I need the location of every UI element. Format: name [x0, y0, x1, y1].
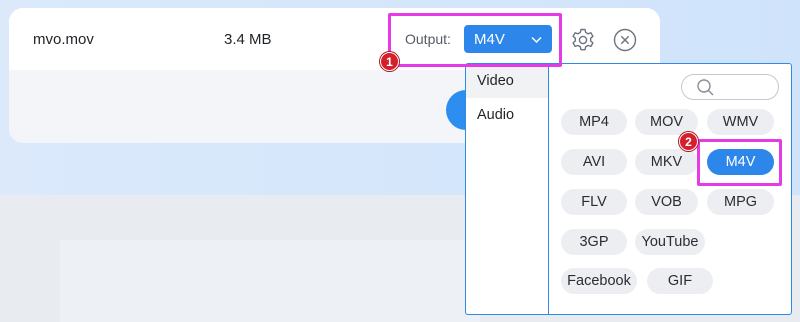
format-search-input[interactable]	[681, 74, 779, 100]
gear-icon[interactable]	[570, 27, 596, 53]
format-mp4[interactable]: MP4	[561, 109, 627, 135]
format-avi[interactable]: AVI	[561, 149, 627, 175]
close-icon[interactable]	[613, 28, 637, 52]
step-badge-1: 1	[380, 52, 399, 71]
category-video[interactable]: Video	[466, 64, 548, 98]
format-mkv[interactable]: MKV	[635, 149, 698, 175]
background-panel	[60, 240, 480, 322]
format-dropdown: Video Audio MP4 MOV WMV AVI MKV M4V FLV …	[465, 63, 792, 315]
file-row	[9, 8, 660, 70]
dropdown-divider	[548, 64, 549, 314]
file-name: mvo.mov	[33, 31, 94, 48]
output-highlight-frame	[388, 13, 562, 67]
format-gif[interactable]: GIF	[647, 268, 713, 294]
format-wmv[interactable]: WMV	[707, 109, 774, 135]
m4v-highlight-frame	[697, 139, 782, 186]
file-size: 3.4 MB	[224, 31, 272, 48]
format-facebook[interactable]: Facebook	[561, 268, 637, 294]
category-audio[interactable]: Audio	[466, 98, 548, 132]
format-youtube[interactable]: YouTube	[635, 229, 705, 255]
format-flv[interactable]: FLV	[561, 189, 627, 215]
format-3gp[interactable]: 3GP	[561, 229, 627, 255]
search-icon	[697, 79, 714, 96]
format-vob[interactable]: VOB	[635, 189, 698, 215]
format-mpg[interactable]: MPG	[707, 189, 774, 215]
step-badge-2: 2	[679, 132, 698, 151]
